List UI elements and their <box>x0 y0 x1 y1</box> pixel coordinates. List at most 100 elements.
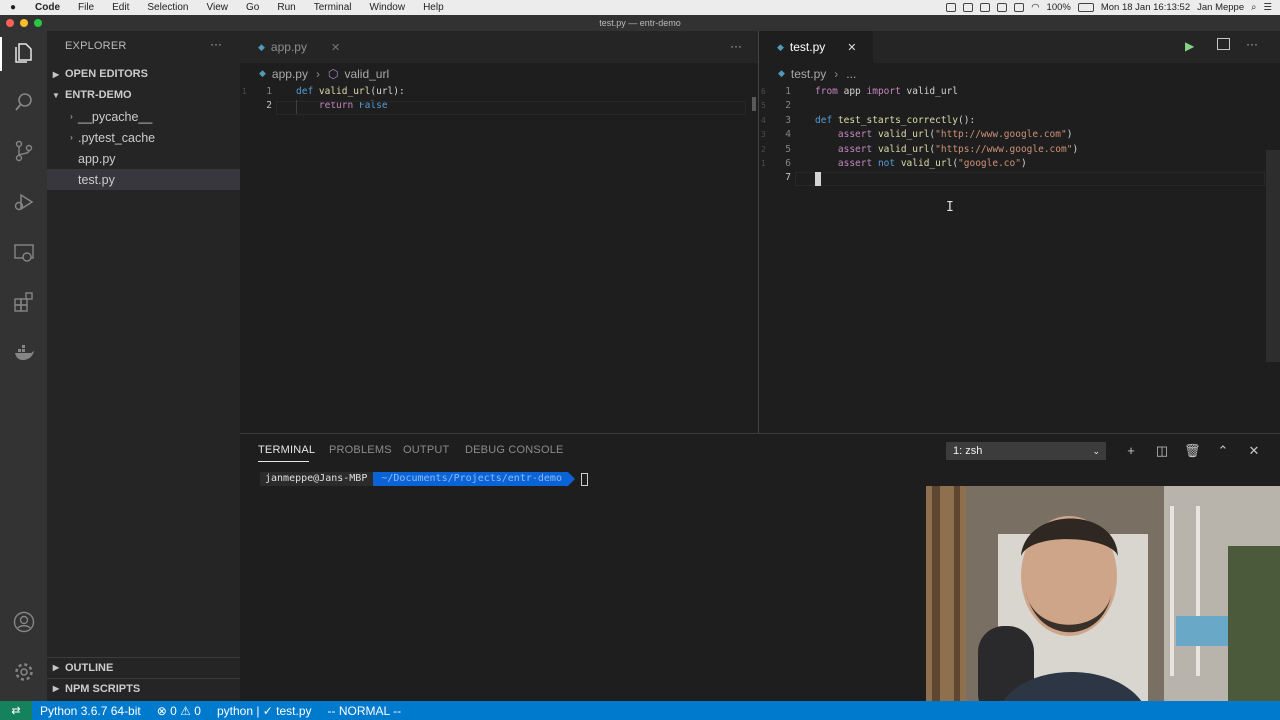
code-line[interactable]: from app import valid_url <box>815 86 958 97</box>
breadcrumb-file[interactable]: app.py <box>272 67 308 81</box>
maximize-panel-icon[interactable]: ⌃ <box>1215 443 1231 459</box>
close-window-button[interactable] <box>6 19 14 27</box>
source-control-icon[interactable] <box>12 139 35 162</box>
remote-indicator-icon[interactable]: ⇄ <box>0 701 32 720</box>
chevron-right-icon: ▶ <box>52 69 60 79</box>
prompt-arrow-icon <box>567 472 575 486</box>
tab-problems[interactable]: PROBLEMS <box>329 444 392 456</box>
terminal-cursor <box>580 472 588 486</box>
menu-app-code[interactable]: Code <box>26 0 69 15</box>
npm-scripts-section[interactable]: ▶ NPM SCRIPTS <box>47 678 240 698</box>
battery-icon[interactable] <box>1077 3 1094 12</box>
account-icon[interactable] <box>12 610 35 633</box>
status-icon[interactable] <box>997 3 1008 12</box>
outline-section[interactable]: ▶ OUTLINE <box>47 657 240 677</box>
error-count: 0 <box>170 703 177 718</box>
status-icon[interactable] <box>980 3 991 12</box>
line-number: 2 <box>266 100 272 112</box>
right-breadcrumb: ◆ test.py › ... <box>759 63 1280 84</box>
right-code-editor[interactable]: 1 6 from app import valid_url 2 5 3 4 def test_… <box>759 84 1280 433</box>
code-line[interactable]: def valid_url(url): <box>296 86 405 97</box>
menu-view[interactable]: View <box>198 0 238 15</box>
window-title: test.py — entr-demo <box>599 18 681 28</box>
left-code-editor[interactable]: 1 1 def valid_url(url): 2 return False <box>240 84 758 433</box>
new-terminal-icon[interactable]: + <box>1123 443 1139 458</box>
minimize-window-button[interactable] <box>20 19 28 27</box>
editor-more-actions-icon[interactable]: ··· <box>730 39 742 53</box>
menu-file[interactable]: File <box>69 0 103 15</box>
menu-go[interactable]: Go <box>237 0 268 15</box>
tab-close-icon[interactable]: ✕ <box>331 41 340 54</box>
close-panel-icon[interactable]: ✕ <box>1246 443 1262 459</box>
docker-icon[interactable] <box>12 341 35 364</box>
wifi-icon[interactable]: ◠ <box>1031 2 1039 13</box>
code-line[interactable]: assert not valid_url("google.co") <box>815 158 1027 169</box>
code-line[interactable]: assert valid_url("https://www.google.com… <box>815 144 1078 155</box>
run-debug-icon[interactable] <box>12 190 35 213</box>
editor-more-actions-icon[interactable]: ··· <box>1246 37 1258 51</box>
breadcrumb-more[interactable]: ... <box>846 67 856 81</box>
breadcrumb-symbol[interactable]: valid_url <box>344 67 389 81</box>
tree-item-app-py[interactable]: app.py <box>47 148 240 169</box>
test-status[interactable]: python | ✓ test.py <box>209 704 320 718</box>
terminal-prompt[interactable]: janmeppe@Jans-MBP ~/Documents/Projects/e… <box>260 472 588 486</box>
current-line-highlight <box>276 101 746 115</box>
terminal-select-value: 1: zsh <box>953 445 983 457</box>
run-python-file-icon[interactable]: ▶ <box>1185 39 1194 53</box>
tree-item-pycache[interactable]: › __pycache__ <box>47 106 240 127</box>
control-center-icon[interactable]: ☰ <box>1263 2 1272 13</box>
menu-run[interactable]: Run <box>268 0 304 15</box>
right-scrollbar[interactable] <box>1266 150 1280 362</box>
tree-item-pytest-cache[interactable]: › .pytest_cache <box>47 127 240 148</box>
spotlight-icon[interactable]: ⌕ <box>1251 2 1256 13</box>
more-actions-icon[interactable]: ··· <box>210 37 222 51</box>
search-icon[interactable] <box>12 90 35 113</box>
split-editor-icon[interactable] <box>1217 38 1230 50</box>
status-icon[interactable] <box>946 3 957 12</box>
chevron-right-icon: › <box>70 112 73 121</box>
kill-terminal-icon[interactable]: 🗑 <box>1184 443 1201 459</box>
breadcrumb-file[interactable]: test.py <box>791 67 826 81</box>
tab-app-py[interactable]: ◆ app.py ✕ <box>240 31 354 63</box>
code-line[interactable]: def test_starts_correctly(): <box>815 115 975 126</box>
user-name[interactable]: Jan Meppe <box>1197 2 1244 13</box>
clock[interactable]: Mon 18 Jan 16:13:52 <box>1101 2 1190 13</box>
left-editor-tabs: ◆ app.py ✕ ··· <box>240 31 758 63</box>
explorer-icon[interactable] <box>12 41 35 64</box>
prompt-user: janmeppe@Jans-MBP <box>260 472 374 486</box>
line-number: 2 <box>785 100 791 112</box>
tab-terminal[interactable]: TERMINAL <box>258 444 315 456</box>
line-number: 6 <box>785 158 791 169</box>
battery-percent[interactable]: 100% <box>1047 2 1071 13</box>
code-token: assert <box>837 158 878 169</box>
tree-item-test-py[interactable]: test.py <box>47 169 240 190</box>
menu-selection[interactable]: Selection <box>138 0 197 15</box>
code-token: assert <box>837 129 878 141</box>
problems-indicator[interactable]: ⊗ 0 ⚠ 0 <box>149 704 209 718</box>
split-terminal-icon[interactable]: ◫ <box>1154 443 1170 459</box>
function-symbol-icon: ⬡ <box>327 66 339 81</box>
code-token: def <box>815 114 838 126</box>
extensions-icon[interactable] <box>12 290 35 313</box>
open-editors-section[interactable]: ▶ OPEN EDITORS <box>47 64 240 84</box>
zoom-window-button[interactable] <box>34 19 42 27</box>
chevron-down-icon: ⌄ <box>1092 445 1100 456</box>
menu-help[interactable]: Help <box>414 0 453 15</box>
python-interpreter[interactable]: Python 3.6.7 64-bit <box>32 704 149 718</box>
project-folder-section[interactable]: ▼ ENTR-DEMO <box>47 85 240 105</box>
settings-gear-icon[interactable] <box>12 660 35 683</box>
tab-close-icon[interactable]: ✕ <box>847 41 856 54</box>
menu-edit[interactable]: Edit <box>103 0 138 15</box>
terminal-select[interactable]: 1: zsh ⌄ <box>946 442 1106 460</box>
remote-explorer-icon[interactable] <box>12 241 35 264</box>
tab-test-py[interactable]: ◆ test.py ✕ <box>759 31 873 63</box>
menu-terminal[interactable]: Terminal <box>305 0 361 15</box>
tab-output[interactable]: OUTPUT <box>403 444 449 456</box>
apple-menu-icon[interactable]: ● <box>0 2 26 13</box>
left-scrollbar[interactable] <box>752 97 756 111</box>
code-line[interactable]: assert valid_url("http://www.google.com"… <box>815 129 1073 141</box>
status-icon[interactable] <box>1014 3 1025 12</box>
menu-window[interactable]: Window <box>361 0 415 15</box>
status-icon[interactable] <box>963 3 974 12</box>
tab-debug-console[interactable]: DEBUG CONSOLE <box>465 444 564 456</box>
